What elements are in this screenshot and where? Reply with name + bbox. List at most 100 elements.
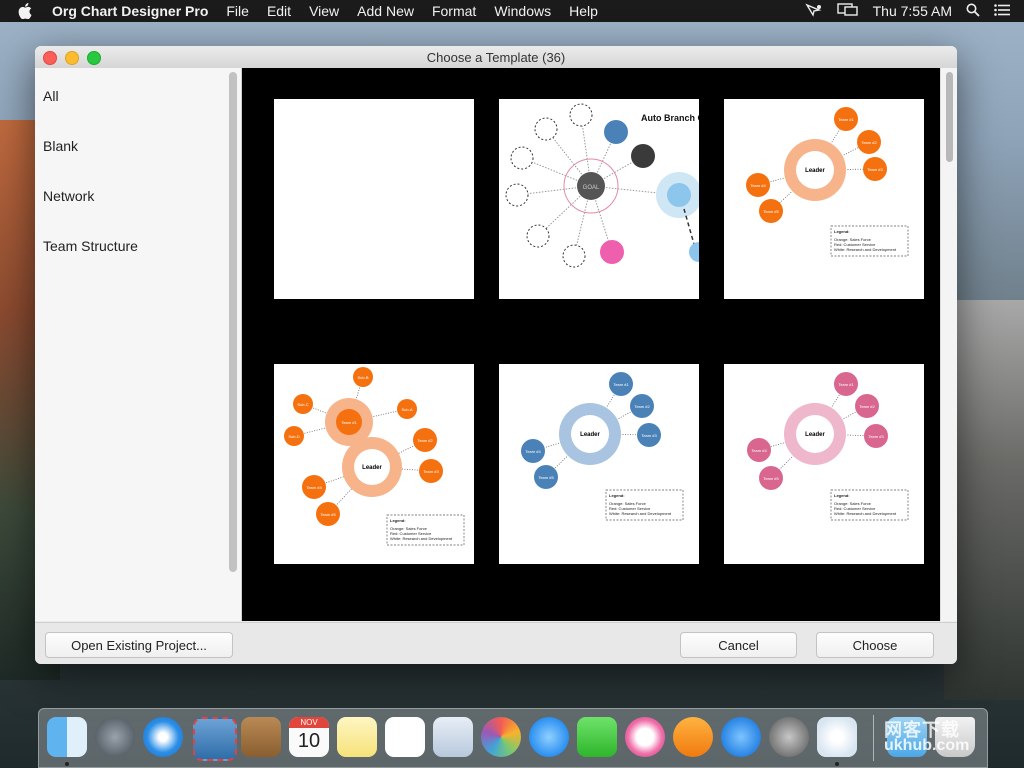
contacts-icon[interactable]: [241, 717, 281, 757]
sidebar-item-network[interactable]: Network: [43, 188, 94, 204]
mail-icon[interactable]: [193, 717, 237, 761]
sub-label: Sub-C: [297, 402, 308, 407]
choose-button[interactable]: Choose: [816, 632, 934, 658]
facetime-icon[interactable]: [577, 717, 617, 757]
menu-app-name[interactable]: Org Chart Designer Pro: [48, 3, 217, 19]
template-blank[interactable]: [274, 99, 474, 299]
auto-branch-preview: Auto Branch G GOAL: [505, 103, 699, 268]
spotlight-search-icon[interactable]: [966, 3, 980, 20]
minimize-window-button[interactable]: [65, 51, 79, 65]
menu-add-new[interactable]: Add New: [348, 3, 423, 19]
team-label: Team #4: [751, 448, 767, 453]
dock: NOV 10: [38, 708, 988, 768]
template-pink-leader[interactable]: Leader Team #1 Team #2 Team #3 Team #4 T…: [724, 364, 924, 564]
category-sidebar: All Blank Network Team Structure: [35, 68, 242, 621]
zoom-window-button[interactable]: [87, 51, 101, 65]
team-label: Team #4: [306, 485, 322, 490]
team-label: Team #3: [423, 469, 439, 474]
leader-label: Leader: [580, 432, 600, 438]
pink-leader-preview: Leader Team #1 Team #2 Team #3 Team #4 T…: [747, 372, 909, 521]
sidebar-item-team-structure[interactable]: Team Structure: [43, 238, 138, 254]
menu-view[interactable]: View: [300, 3, 348, 19]
reminders-icon[interactable]: [385, 717, 425, 757]
menu-file[interactable]: File: [217, 3, 258, 19]
auto-branch-title: Auto Branch G: [641, 113, 699, 123]
team-label: Team #2: [859, 404, 875, 409]
team-label: Team #5: [763, 476, 779, 481]
team-label: Team #1: [838, 382, 854, 387]
calendar-month: NOV: [289, 717, 329, 728]
org-chart-designer-icon[interactable]: [817, 717, 857, 757]
legend-white: White: Research and Development: [390, 536, 453, 541]
system-preferences-icon[interactable]: [769, 717, 809, 757]
sub-label: Sub-D: [288, 434, 299, 439]
display-mirror-icon[interactable]: [836, 2, 859, 20]
app-store-icon[interactable]: [721, 717, 761, 757]
sidebar-item-blank[interactable]: Blank: [43, 138, 78, 154]
gallery-scroll-thumb[interactable]: [946, 72, 953, 162]
ibooks-icon[interactable]: [673, 717, 713, 757]
legend-title: Legend:: [609, 493, 625, 498]
legend-title: Legend:: [390, 518, 406, 523]
menu-edit[interactable]: Edit: [258, 3, 300, 19]
calendar-icon[interactable]: NOV 10: [289, 717, 329, 757]
orange-leader-preview: Leader Team #1 Team #2 Team #3 Team #4 T…: [746, 107, 909, 257]
template-auto-branch[interactable]: Auto Branch G GOAL: [499, 99, 699, 299]
team-label: Team #3: [868, 434, 884, 439]
itunes-icon[interactable]: [625, 717, 665, 757]
cancel-button[interactable]: Cancel: [680, 632, 797, 658]
legend-white: White: Research and Development: [834, 511, 897, 516]
team-label: Team #1: [838, 117, 854, 122]
apple-icon[interactable]: [16, 2, 34, 20]
org-chart-running-indicator: [835, 762, 839, 766]
team-label: Team #4: [750, 183, 766, 188]
legend-title: Legend:: [834, 493, 850, 498]
leader-label: Leader: [362, 465, 382, 471]
menu-bar: Org Chart Designer Pro File Edit View Ad…: [0, 0, 1024, 22]
open-existing-project-button[interactable]: Open Existing Project...: [45, 632, 233, 658]
preview-icon[interactable]: [433, 717, 473, 757]
menu-help[interactable]: Help: [560, 3, 607, 19]
finder-icon[interactable]: [47, 717, 87, 757]
team-label: Team #1: [613, 382, 629, 387]
team-label: Team #3: [641, 433, 657, 438]
finder-running-indicator: [65, 762, 69, 766]
orange-hierarchy-preview: Leader Team #1 Sub-B Sub-C Sub-A Sub-D T…: [284, 367, 465, 546]
leader-label: Leader: [805, 168, 825, 174]
notification-center-icon[interactable]: [994, 3, 1010, 19]
window-footer: Open Existing Project... Cancel Choose: [35, 622, 957, 664]
close-window-button[interactable]: [43, 51, 57, 65]
notes-icon[interactable]: [337, 717, 377, 757]
photos-icon[interactable]: [481, 717, 521, 757]
menu-clock[interactable]: Thu 7:55 AM: [873, 3, 952, 19]
window-titlebar[interactable]: Choose a Template (36): [35, 46, 957, 69]
team-label: Team #5: [763, 209, 779, 214]
leader-label: Leader: [805, 432, 825, 438]
goal-label: GOAL: [583, 185, 600, 191]
team-label: Team #2: [634, 404, 650, 409]
watermark-url: ukhub.com: [884, 737, 970, 754]
launchpad-icon[interactable]: [95, 717, 135, 757]
messages-icon[interactable]: [529, 717, 569, 757]
sub-label: Sub-B: [357, 375, 368, 380]
template-orange-leader[interactable]: Leader Team #1 Team #2 Team #3 Team #4 T…: [724, 99, 924, 299]
sidebar-scrollbar[interactable]: [229, 72, 237, 572]
template-chooser-window: Choose a Template (36) All Blank Network…: [35, 46, 957, 664]
dock-separator: [873, 715, 874, 761]
team-label: Team #2: [417, 438, 433, 443]
calendar-day: 10: [297, 730, 321, 752]
template-orange-hierarchy[interactable]: Leader Team #1 Sub-B Sub-C Sub-A Sub-D T…: [274, 364, 474, 564]
sidebar-item-all[interactable]: All: [43, 88, 59, 104]
gallery-scrollbar[interactable]: [940, 68, 957, 621]
safari-icon[interactable]: [143, 717, 183, 757]
pointer-tool-icon[interactable]: [804, 3, 823, 20]
team-label: Team #5: [320, 512, 336, 517]
team-label: Team #5: [538, 475, 554, 480]
menu-format[interactable]: Format: [423, 3, 485, 19]
legend-title: Legend:: [834, 229, 850, 234]
menu-windows[interactable]: Windows: [485, 3, 560, 19]
team-label: Team #2: [861, 140, 877, 145]
blue-leader-preview: Leader Team #1 Team #2 Team #3 Team #4 T…: [521, 372, 684, 521]
legend-white: White: Research and Development: [609, 511, 672, 516]
template-blue-leader[interactable]: Leader Team #1 Team #2 Team #3 Team #4 T…: [499, 364, 699, 564]
